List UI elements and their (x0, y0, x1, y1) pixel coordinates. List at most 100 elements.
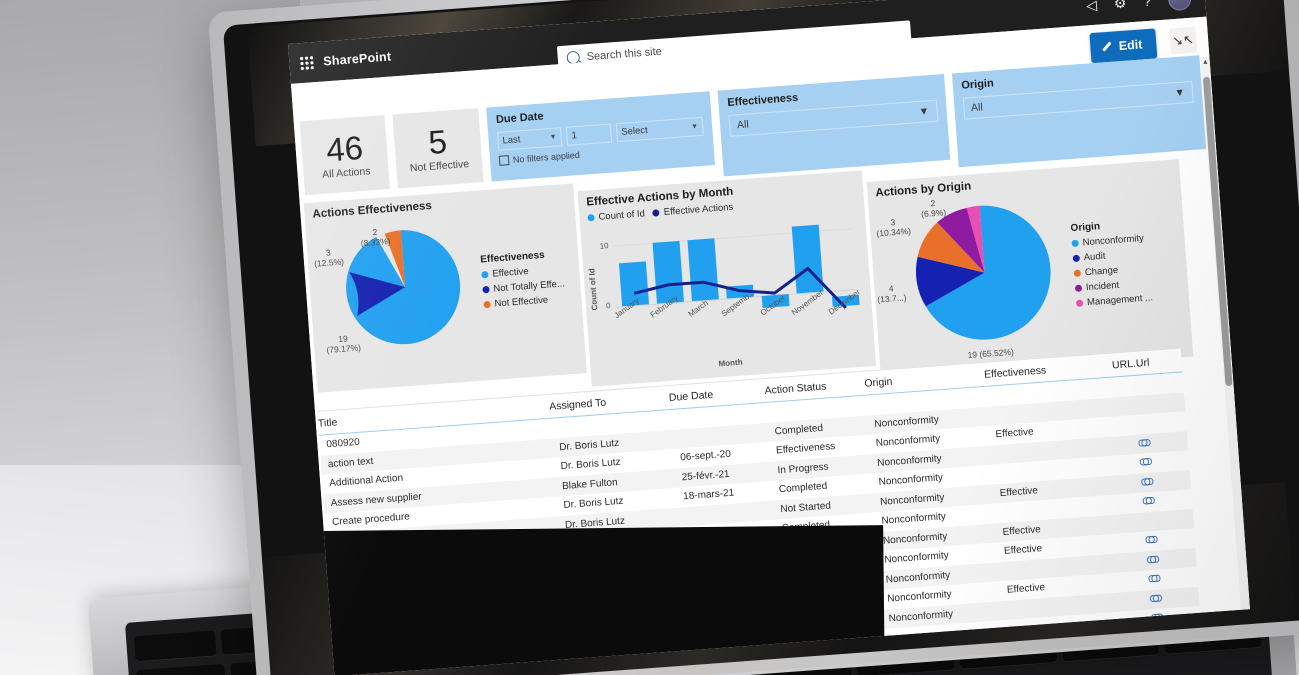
cell-url (1112, 403, 1170, 407)
link-icon[interactable] (1146, 554, 1158, 563)
due-date-amount-input[interactable]: 1 (565, 123, 613, 146)
kpi-all-actions-value: 46 (324, 128, 365, 168)
legend-label: Change (1084, 264, 1119, 279)
legend-item[interactable]: Count of Id (587, 208, 645, 223)
due-date-range-select[interactable]: Last ▼ (496, 127, 563, 151)
chart-effective-actions-by-month[interactable]: Effective Actions by Month Count of Id E… (577, 170, 877, 387)
due-date-unit-select[interactable]: Select ▼ (615, 116, 704, 143)
filter-effectiveness: Effectiveness All ▼ (717, 74, 950, 177)
sharepoint-brand[interactable]: SharePoint (323, 49, 392, 68)
legend-label: Effective (492, 266, 529, 280)
legend-swatch (1072, 254, 1081, 263)
chart-actions-by-origin[interactable]: Actions by Origin 2 (6.9%) 3 (10.34%) 4 … (866, 159, 1194, 380)
legend-label: Not Effective (494, 294, 549, 310)
kpi-not-effective-value: 5 (427, 122, 449, 161)
cell-eff (998, 465, 1116, 474)
legend-swatch (1074, 284, 1083, 293)
legend-swatch (1075, 299, 1084, 307)
filter-due-date: Due Date Last ▼ 1 Select ▼ No filters ap… (486, 91, 715, 182)
legend-item[interactable]: Not Effective (483, 293, 566, 310)
app-launcher-button[interactable] (289, 54, 324, 71)
browser-screen: SharePoint Search this site ◁ ⚙ ? Edit ↘… (288, 0, 1250, 675)
gear-icon[interactable]: ⚙ (1113, 0, 1127, 11)
cell-url (1116, 456, 1175, 471)
megaphone-icon[interactable]: ◁ (1086, 0, 1098, 13)
cell-status (773, 405, 873, 412)
avatar[interactable] (1167, 0, 1192, 11)
cell-due (685, 509, 781, 516)
legend-effectiveness: Effectiveness Effective Not Totally Effe… (480, 248, 567, 314)
link-icon[interactable] (1142, 496, 1154, 505)
waffle-icon (298, 55, 314, 71)
cell-eff (1001, 504, 1119, 513)
legend-swatch (481, 270, 489, 279)
kpi-all-actions-label: All Actions (321, 164, 371, 181)
cell-due (679, 432, 775, 439)
scroll-up-arrow-icon[interactable]: ▲ (1202, 59, 1209, 66)
kpi-all-actions[interactable]: 46 All Actions (299, 115, 391, 196)
pie-label-2-pct: (8.33%) (360, 235, 391, 248)
due-date-amount-value: 1 (571, 130, 578, 142)
chart-actions-effectiveness[interactable]: Actions Effectiveness 3 (12.5%) 2 (8.33%… (303, 183, 587, 393)
collapse-button[interactable]: ↘↖ (1169, 26, 1198, 55)
legend-swatch (1071, 239, 1079, 248)
link-icon[interactable] (1141, 477, 1153, 486)
filter-icon (498, 155, 510, 166)
pie-label-3-pct: (12.5%) (313, 256, 345, 269)
link-icon[interactable] (1145, 535, 1157, 544)
link-icon[interactable] (1149, 593, 1161, 602)
link-icon[interactable] (1138, 438, 1150, 447)
legend-item[interactable]: Effective (481, 263, 564, 280)
legend-swatch (482, 285, 490, 294)
legend-item[interactable]: Effective Actions (652, 201, 734, 219)
legend-label: Effective Actions (663, 201, 734, 218)
photo-scene: SharePoint Search this site ◁ ⚙ ? Edit ↘… (0, 0, 1299, 675)
chevron-down-icon: ▼ (549, 133, 557, 142)
kpi-not-effective[interactable]: 5 Not Effective (392, 108, 484, 189)
x-axis-title: Month (718, 357, 743, 369)
help-icon[interactable]: ? (1143, 0, 1152, 9)
legend-item[interactable]: Audit (1072, 247, 1150, 264)
cell-origin (873, 396, 993, 405)
pie-label-2: 2 (8.33%) (360, 227, 391, 249)
cell-eff (993, 387, 1111, 396)
cell-url (1113, 422, 1171, 426)
legend-label: Audit (1083, 250, 1106, 264)
column-header-url[interactable]: URL.Url (1101, 350, 1161, 377)
pie-label-19-pct: (79.17%) (326, 342, 362, 355)
legend-label: Management ... (1086, 292, 1154, 309)
pie-origin-label-2-pct: (6.9%) (920, 207, 947, 219)
filter-origin: Origin All ▼ (951, 55, 1207, 168)
due-date-filter-status-label: No filters applied (512, 149, 581, 165)
link-icon[interactable] (1148, 574, 1160, 583)
legend-item[interactable]: Incident (1074, 277, 1153, 294)
pie-origin-label-19: 19 (65.52%) (967, 346, 1015, 361)
cell-url (1117, 475, 1176, 490)
cell-eff (994, 407, 1112, 416)
legend-item[interactable]: Change (1073, 262, 1152, 279)
pencil-icon (1100, 41, 1113, 54)
chevron-down-icon: ▼ (690, 123, 699, 131)
link-icon[interactable] (1139, 457, 1151, 466)
legend-origin-title: Origin (1070, 221, 1101, 235)
line-effective-actions (633, 266, 847, 309)
effectiveness-select-value: All (736, 118, 750, 132)
pie-origin-label-3-pct: (10.34%) (876, 225, 912, 239)
legend-item[interactable]: Management ... (1075, 292, 1154, 309)
pie-origin-label-4-pct: (13.7...) (876, 292, 907, 305)
cell-url (1124, 572, 1183, 587)
legend-effectiveness-title: Effectiveness (479, 249, 546, 266)
due-date-range-value: Last (502, 134, 521, 147)
due-date-unit-value: Select (620, 124, 649, 138)
edit-button[interactable]: Edit (1089, 28, 1158, 64)
cell-eff (1006, 562, 1124, 571)
origin-select-value: All (970, 101, 984, 115)
cell-url (1119, 494, 1178, 509)
legend-swatch (483, 300, 491, 309)
legend-item[interactable]: Nonconformity (1071, 233, 1149, 250)
chevron-down-icon: ▼ (918, 105, 930, 118)
legend-label: Count of Id (598, 208, 646, 223)
legend-item[interactable]: Not Totally Effe... (482, 278, 565, 295)
page-canvas: Edit ↘↖ 46 All Actions 5 Not Effective D… (290, 16, 1250, 675)
legend-label: Incident (1085, 279, 1120, 294)
